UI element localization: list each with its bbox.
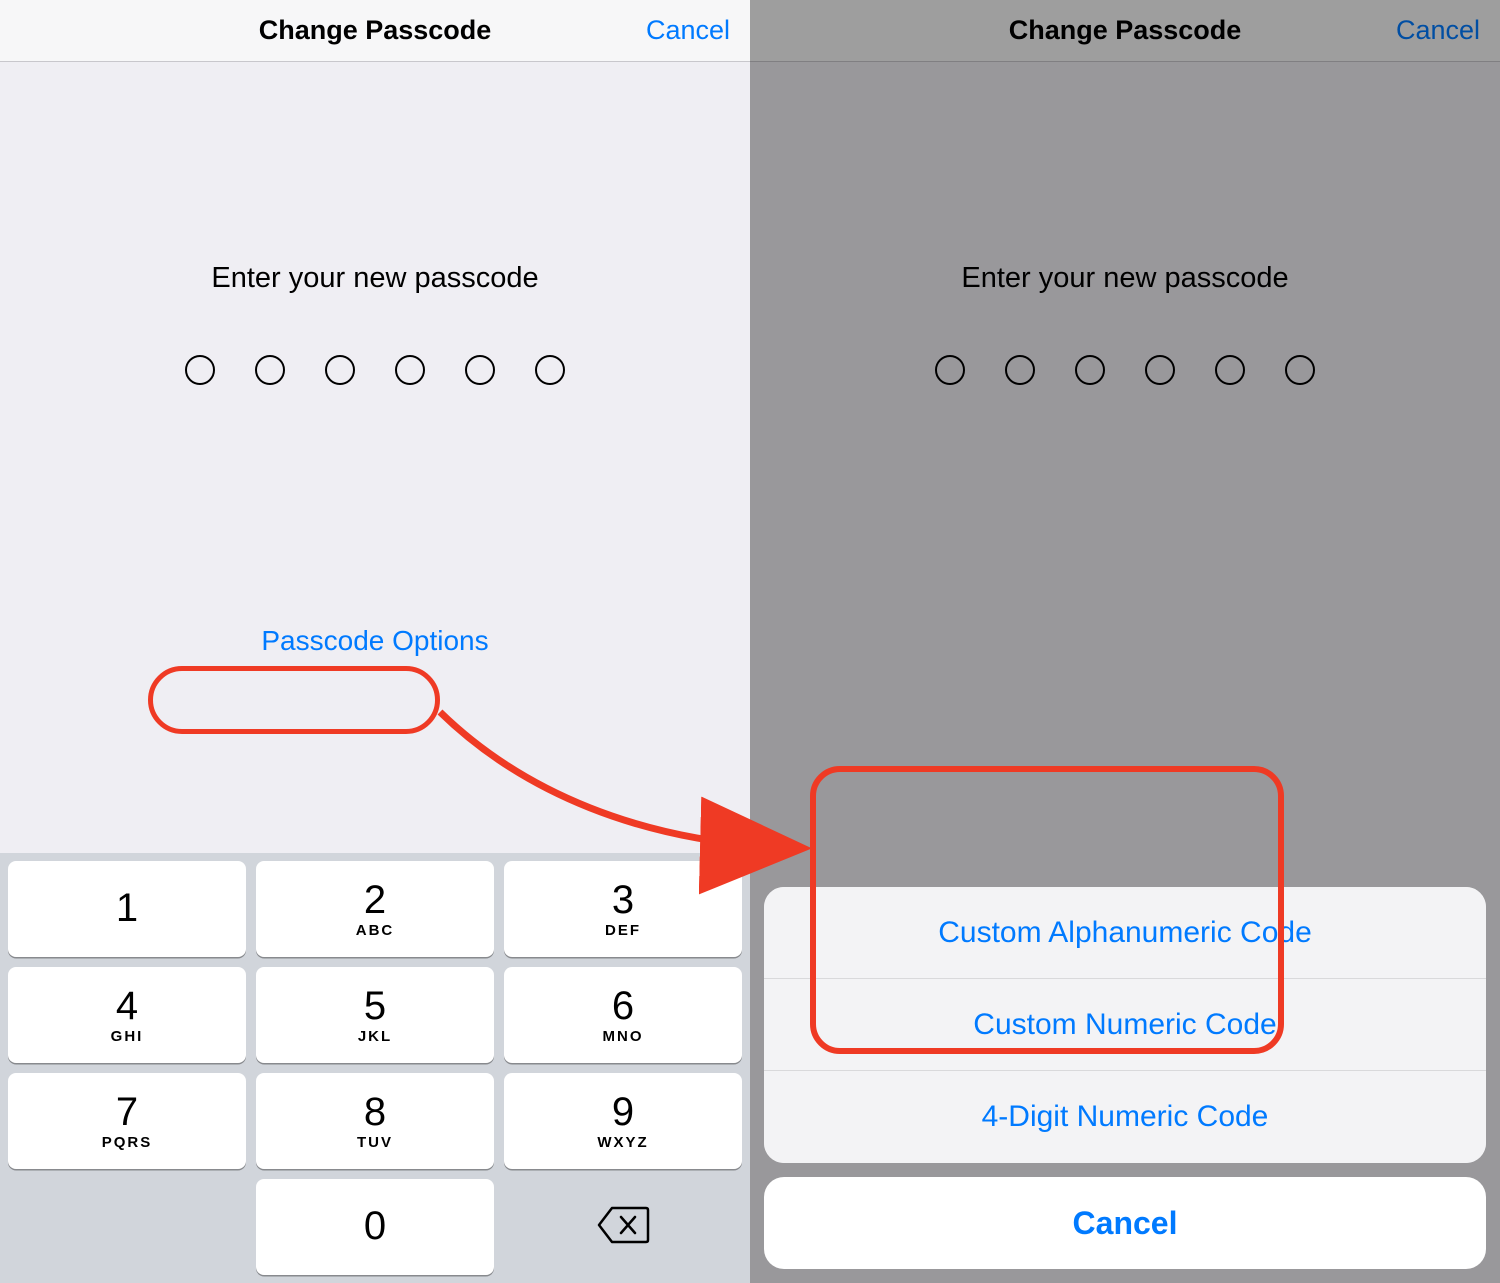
backspace-icon: [596, 1205, 650, 1250]
key-digit: 2: [364, 880, 386, 920]
key-letters: JKL: [358, 1028, 392, 1045]
keypad-key-6[interactable]: 6 MNO: [504, 967, 742, 1063]
left-screenshot: Change Passcode Cancel Enter your new pa…: [0, 0, 750, 1283]
keypad-key-3[interactable]: 3 DEF: [504, 861, 742, 957]
key-letters: ABC: [356, 922, 395, 939]
passcode-dot: [1005, 355, 1035, 385]
passcode-dots: [185, 355, 565, 385]
prompt-area: Enter your new passcode Passcode Options: [0, 62, 750, 853]
key-digit: 3: [612, 880, 634, 920]
key-digit: 1: [116, 888, 138, 928]
key-digit: 7: [116, 1092, 138, 1132]
numeric-keypad: 1 2 ABC 3 DEF 4 GHI 5 JKL 6 MNO: [0, 853, 750, 1283]
passcode-dot: [1145, 355, 1175, 385]
keypad-key-1[interactable]: 1: [8, 861, 246, 957]
key-digit: 9: [612, 1092, 634, 1132]
key-digit: 0: [364, 1206, 386, 1246]
nav-title: Change Passcode: [1009, 15, 1242, 46]
keypad-key-5[interactable]: 5 JKL: [256, 967, 494, 1063]
passcode-dot: [1075, 355, 1105, 385]
passcode-dot: [185, 355, 215, 385]
option-custom-numeric[interactable]: Custom Numeric Code: [764, 979, 1486, 1071]
keypad-key-0[interactable]: 0: [256, 1179, 494, 1275]
action-sheet-cancel[interactable]: Cancel: [764, 1177, 1486, 1269]
passcode-dot: [465, 355, 495, 385]
cancel-button[interactable]: Cancel: [646, 0, 730, 61]
keypad-key-7[interactable]: 7 PQRS: [8, 1073, 246, 1169]
passcode-dot: [1285, 355, 1315, 385]
passcode-dot: [535, 355, 565, 385]
keypad-key-8[interactable]: 8 TUV: [256, 1073, 494, 1169]
nav-bar: Change Passcode Cancel: [750, 0, 1500, 62]
passcode-dot: [395, 355, 425, 385]
key-letters: TUV: [357, 1134, 393, 1151]
key-letters: PQRS: [102, 1134, 153, 1151]
key-digit: 8: [364, 1092, 386, 1132]
cancel-button[interactable]: Cancel: [1396, 0, 1480, 61]
option-custom-alphanumeric[interactable]: Custom Alphanumeric Code: [764, 887, 1486, 979]
keypad-key-4[interactable]: 4 GHI: [8, 967, 246, 1063]
option-4-digit-numeric[interactable]: 4-Digit Numeric Code: [764, 1071, 1486, 1163]
action-sheet-options: Custom Alphanumeric Code Custom Numeric …: [764, 887, 1486, 1163]
key-letters: MNO: [603, 1028, 644, 1045]
passcode-options-link[interactable]: Passcode Options: [261, 625, 488, 657]
prompt-text: Enter your new passcode: [211, 262, 538, 295]
passcode-dot: [255, 355, 285, 385]
keypad-key-2[interactable]: 2 ABC: [256, 861, 494, 957]
key-digit: 5: [364, 986, 386, 1026]
keypad-backspace[interactable]: [504, 1179, 742, 1275]
keypad-key-9[interactable]: 9 WXYZ: [504, 1073, 742, 1169]
passcode-dot: [325, 355, 355, 385]
nav-title: Change Passcode: [259, 15, 492, 46]
passcode-dot: [935, 355, 965, 385]
key-digit: 6: [612, 986, 634, 1026]
key-digit: 4: [116, 986, 138, 1026]
key-letters: DEF: [605, 922, 641, 939]
prompt-text: Enter your new passcode: [961, 262, 1288, 295]
keypad-blank: [8, 1179, 246, 1275]
nav-bar: Change Passcode Cancel: [0, 0, 750, 62]
passcode-dot: [1215, 355, 1245, 385]
passcode-dots: [935, 355, 1315, 385]
key-letters: GHI: [111, 1028, 144, 1045]
right-screenshot: Change Passcode Cancel Enter your new pa…: [750, 0, 1500, 1283]
key-letters: WXYZ: [597, 1134, 648, 1151]
action-sheet: Custom Alphanumeric Code Custom Numeric …: [764, 887, 1486, 1269]
